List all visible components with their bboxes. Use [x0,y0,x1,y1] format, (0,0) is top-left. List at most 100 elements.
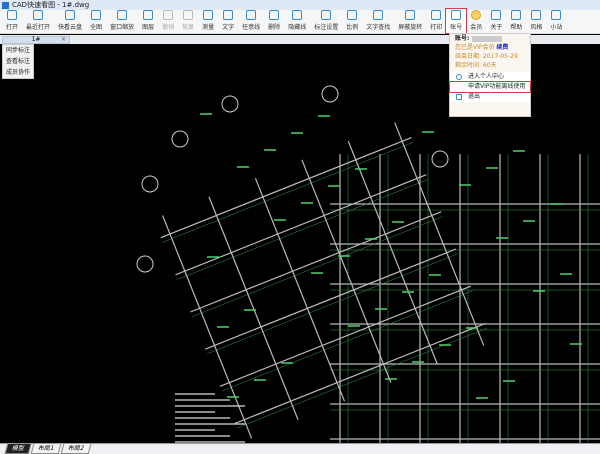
cad-line [219,285,472,387]
toolbar-label: 比例 [346,24,359,31]
toolbar-button-clock[interactable]: 最近打开 [22,9,54,33]
vip-icon [471,10,482,20]
toolbar-label: 风格 [530,24,543,31]
account-masked [472,35,503,42]
toolbar-button-redo[interactable]: 恢复 [178,9,198,33]
toolbar-label: 最近打开 [26,24,51,31]
toolbar-button-style[interactable]: 风格 [526,9,546,33]
toolbar-button-folder[interactable]: 打开 [2,9,22,33]
toolbar-button-vip[interactable]: 会员 [466,9,486,33]
cad-line [192,216,444,317]
tab-model[interactable]: 模型 [4,444,32,454]
toolbar-label: 账号 [450,24,463,31]
text-search-icon [373,10,384,20]
toolbar-button-fullview[interactable]: 全图 [86,9,106,33]
menu-item-sync-annotation[interactable]: 同步标注 [3,45,33,56]
toolbar: 打开 最近打开 快看云盘 全图 窗口缩放 图层 撤销 恢复 测量 文字 任意线 删除 隐藏线 标注设置 比例… [0,8,600,34]
axis-bubble [141,175,159,193]
toolbar-button-zoom-window[interactable]: 窗口缩放 [106,9,138,33]
axis-bubble [136,255,154,273]
toolbar-label: 打开 [6,24,19,31]
style-icon [531,10,542,20]
account-label: 账号: [455,35,470,42]
toolbar-label: 文字查找 [366,24,391,31]
axis-bubble [321,85,339,103]
print-icon [431,10,442,20]
close-icon[interactable]: × [61,37,66,43]
toolbar-button-text-search[interactable]: 文字查找 [362,9,394,33]
end-date: 结束日期: 2017-05-29 [455,53,518,60]
pen-icon [246,10,257,20]
toolbar-button-user[interactable]: 账号 [445,8,468,34]
info-icon [491,10,502,20]
vip-status: 您已是VIP会员 [455,44,495,51]
renew-link[interactable]: 续费 [496,44,508,51]
toolbar-button-eraser[interactable]: 删除 [264,9,284,33]
toolbar-label: 窗口缩放 [110,24,135,31]
layers-icon [143,10,154,20]
menu-item-logout[interactable]: 退出 [450,92,530,102]
k-icon [551,10,562,20]
cad-line [160,137,412,239]
toolbar-button-undo[interactable]: 撤销 [158,9,178,33]
app-logo-icon [2,1,9,9]
menu-item-personal-center[interactable]: 进入个人中心 [450,72,530,82]
fullview-icon [91,10,102,20]
toolbar-label: 关于 [490,24,503,31]
tab-layout2[interactable]: 布局2 [60,444,92,454]
toolbar-button-cloud[interactable]: 快看云盘 [54,9,86,33]
side-menu: 同步标注 查看标注 成员协作 [2,44,34,79]
toolbar-label: 快看云盘 [58,24,83,31]
toolbar-button-print[interactable]: 打印 [426,9,446,33]
layout-tab-bar: 模型 布局1 布局2 [0,443,600,454]
axis-bubble [221,95,239,113]
redo-icon [183,10,194,20]
scale-icon [347,10,358,20]
tab-layout1[interactable]: 布局1 [30,444,62,454]
toolbar-button-help[interactable]: 帮助 [506,9,526,33]
toolbar-label: 撤销 [162,24,175,31]
remaining-time: 剩余时间: 60天 [455,62,497,69]
folder-icon [7,10,17,20]
undo-icon [163,10,174,20]
toolbar-button-hide-line[interactable]: 隐藏线 [284,9,310,33]
toolbar-label: 屏蔽旋转 [398,24,423,31]
toolbar-button-info[interactable]: 关于 [486,9,506,33]
toolbar-button-layers[interactable]: 图层 [138,9,158,33]
cad-line [175,174,427,276]
user-icon [451,10,462,20]
cad-line [301,159,392,383]
axis-bubble [431,150,449,168]
cad-line [221,290,473,392]
toolbar-button-scale[interactable]: 比例 [342,9,362,33]
cad-line [347,141,438,365]
cad-line [394,122,485,346]
toolbar-label: 隐藏线 [288,24,307,31]
cad-line [162,141,414,243]
file-tab-label: 1# [31,36,41,43]
toolbar-label: 图层 [142,24,155,31]
toolbar-label: 恢复 [182,24,195,31]
cad-line [162,215,253,439]
toolbar-button-k[interactable]: 小站 [546,9,566,33]
menu-item-apply-offline-vip[interactable]: 申请VIP功能离线使用 [449,81,531,93]
eraser-icon [269,10,280,20]
hide-line-icon [292,10,303,20]
lock-rotate-icon [405,10,416,20]
zoom-window-icon [117,10,128,20]
text-icon [223,10,234,20]
toolbar-label: 全图 [90,24,103,31]
measure-icon [203,10,214,20]
menu-item-view-annotation[interactable]: 查看标注 [3,56,33,67]
user-icon [456,74,462,80]
toolbar-button-measure[interactable]: 测量 [198,9,218,33]
toolbar-label: 小站 [550,24,563,31]
toolbar-button-annotation-settings[interactable]: 标注设置 [310,9,342,33]
toolbar-button-pen[interactable]: 任意线 [238,9,264,33]
cad-line [177,179,429,280]
toolbar-button-lock-rotate[interactable]: 屏蔽旋转 [394,9,426,33]
toolbar-button-text[interactable]: 文字 [218,9,238,33]
toolbar-label: 测量 [202,24,215,31]
file-tab[interactable]: 1# × [2,36,70,44]
menu-item-collaboration[interactable]: 成员协作 [3,67,33,78]
